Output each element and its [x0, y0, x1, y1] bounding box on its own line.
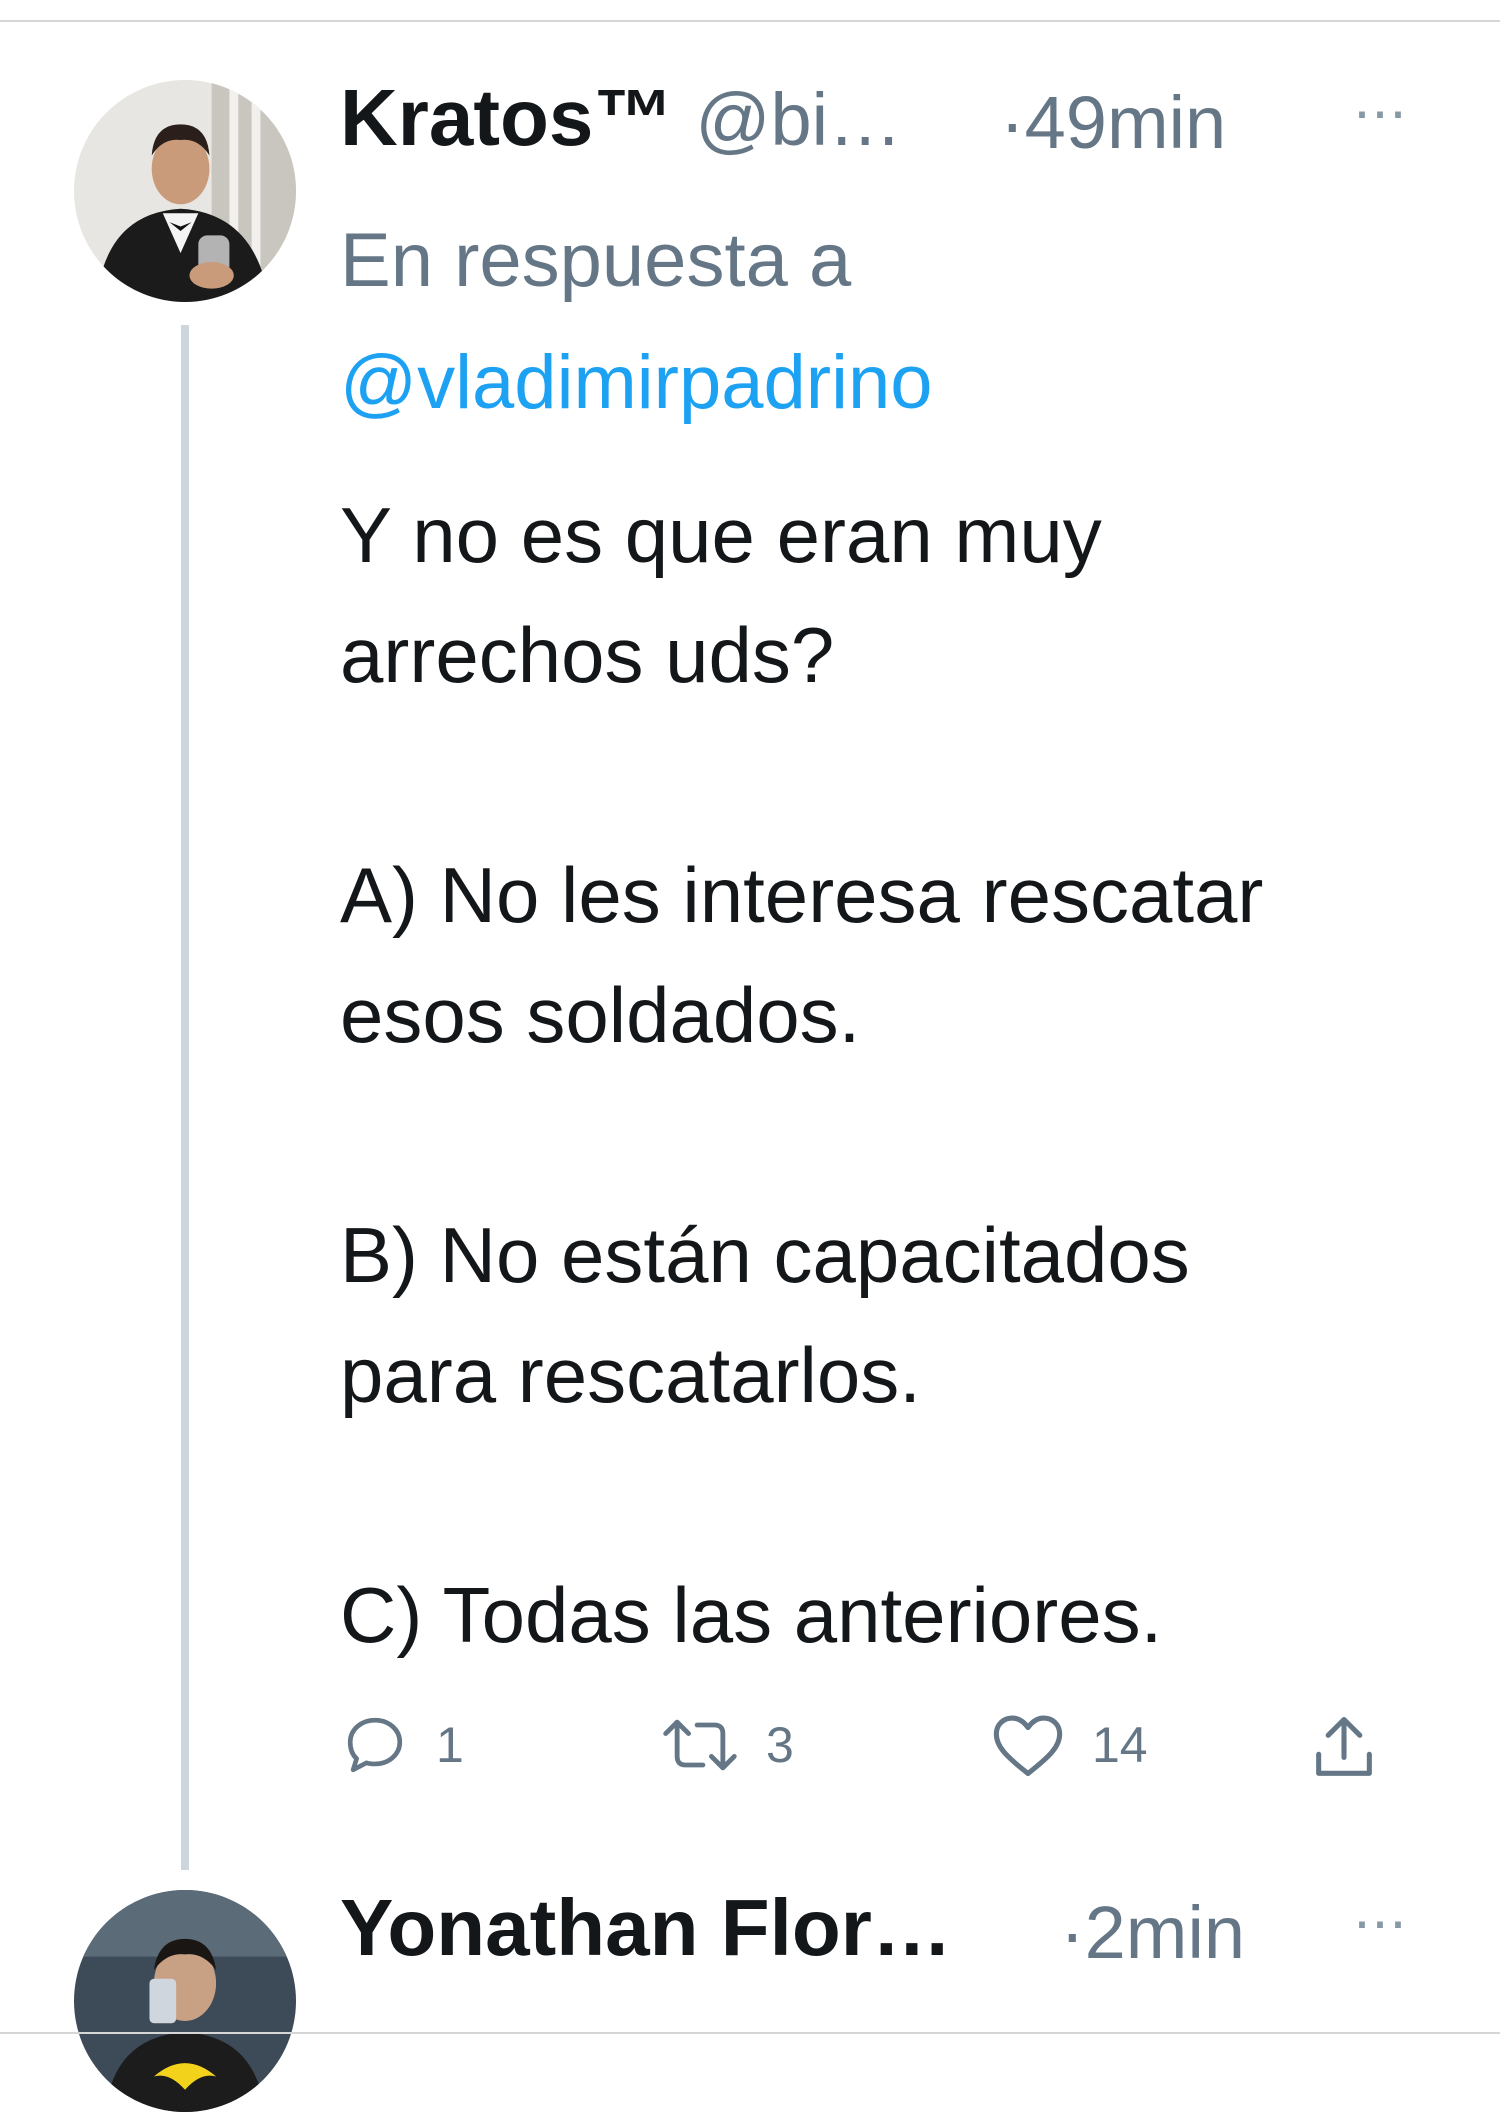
- retweet-button[interactable]: 3: [660, 1710, 794, 1780]
- like-count: 14: [1092, 1717, 1148, 1773]
- tweet-text-line: B) No están capacitados: [340, 1211, 1190, 1299]
- avatar[interactable]: [74, 80, 296, 302]
- heart-icon: [993, 1715, 1063, 1777]
- more-options-icon[interactable]: ···: [1352, 76, 1408, 145]
- tweet-text-line: A) No les interesa rescatar: [340, 851, 1264, 939]
- reply-button[interactable]: 1: [340, 1710, 464, 1780]
- tweet-header: Kratos™ @bi…: [340, 72, 902, 164]
- reply-mention-link[interactable]: @vladimirpadrino: [340, 322, 933, 444]
- tweet-text-line: arrechos uds?: [340, 611, 835, 699]
- tweet-timestamp[interactable]: ·2min: [1060, 1890, 1245, 1975]
- reply-label: En respuesta a: [340, 218, 852, 303]
- avatar[interactable]: [74, 1890, 296, 2112]
- top-divider: [0, 20, 1500, 22]
- tweet-timestamp[interactable]: ·49min: [1000, 80, 1226, 165]
- share-icon: [1316, 1716, 1372, 1776]
- reply-count: 1: [436, 1717, 464, 1773]
- avatar-image: [74, 1890, 296, 2112]
- retweet-icon: [663, 1719, 737, 1771]
- like-button[interactable]: 14: [990, 1710, 1148, 1780]
- tweet-text-line: C) Todas las anteriores.: [340, 1571, 1163, 1659]
- avatar-image: [74, 80, 296, 302]
- retweet-count: 3: [766, 1717, 794, 1773]
- tweet-text-line: para rescatarlos.: [340, 1331, 921, 1419]
- tweet-text-line: esos soldados.: [340, 971, 861, 1059]
- thread-line: [181, 325, 189, 1870]
- more-options-icon[interactable]: ···: [1352, 1886, 1408, 1955]
- author-name[interactable]: Yonathan Flor…: [340, 1882, 952, 1974]
- tweet-text: Y no es que eran muy arrechos uds? A) No…: [340, 475, 1460, 1675]
- share-button[interactable]: [1306, 1710, 1382, 1786]
- reply-icon: [347, 1717, 403, 1773]
- tweet-header: Yonathan Flor…: [340, 1882, 952, 1974]
- author-handle[interactable]: @bi…: [695, 77, 902, 162]
- bottom-divider: [0, 2032, 1500, 2034]
- tweet-actions: 1 3 14: [340, 1710, 1400, 1790]
- author-name[interactable]: Kratos™: [340, 72, 673, 164]
- reply-context: En respuesta a @vladimirpadrino: [340, 200, 933, 444]
- tweet-text-line: Y no es que eran muy: [340, 491, 1102, 579]
